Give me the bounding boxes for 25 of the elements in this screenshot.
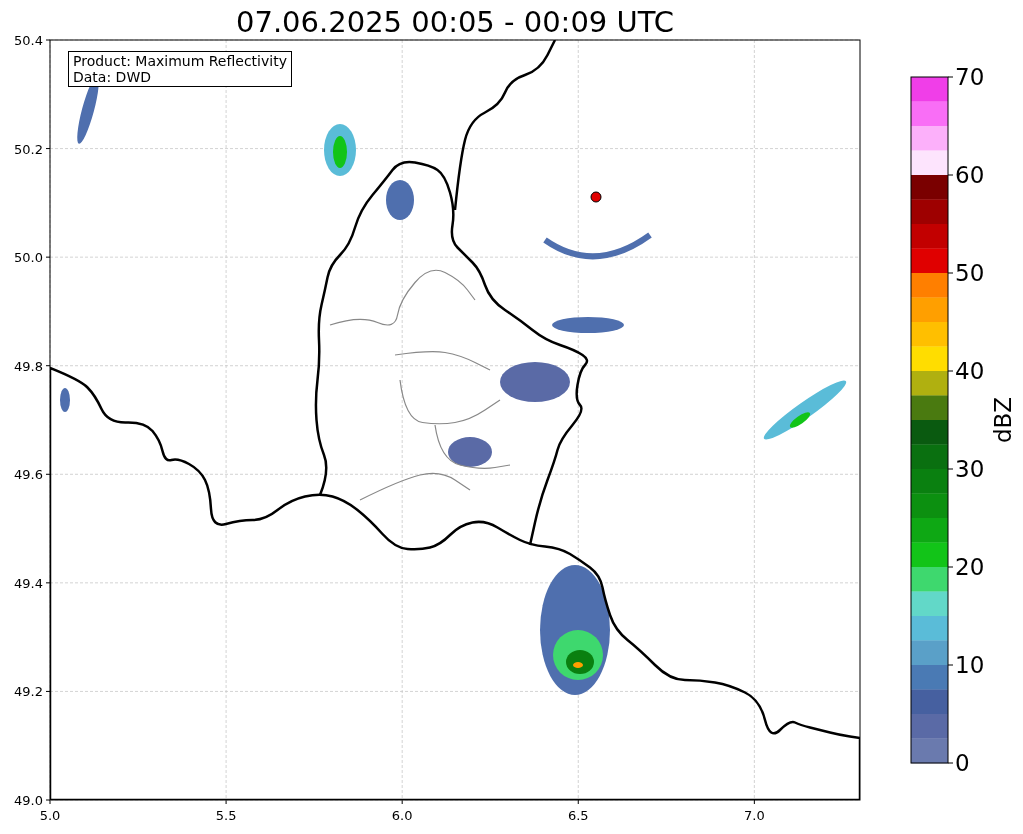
axis-tick-label: 49.8 bbox=[14, 358, 43, 374]
colorbar-tick-label: 60 bbox=[955, 162, 985, 188]
axis-tick-label: 5.0 bbox=[39, 808, 61, 823]
axis-tick-label: 50.4 bbox=[14, 33, 43, 48]
axis-tick-label: 5.5 bbox=[215, 808, 237, 823]
axis-tick-label: 6.5 bbox=[567, 808, 589, 823]
axis-tick-label: 6.0 bbox=[391, 808, 413, 823]
chart-title: 07.06.2025 00:05 - 00:09 UTC bbox=[236, 5, 674, 39]
data-source-label: Data: DWD bbox=[73, 69, 151, 85]
axis-tick-label: 50.2 bbox=[14, 141, 43, 157]
colorbar-tick-label: 50 bbox=[955, 260, 985, 286]
axis-tick-label: 49.6 bbox=[14, 467, 43, 483]
colorbar-tick-label: 40 bbox=[955, 358, 985, 384]
colorbar-tick-label: 20 bbox=[955, 554, 985, 580]
axis-tick-label: 50.0 bbox=[14, 250, 43, 266]
axis-tick-label: 49.4 bbox=[14, 575, 43, 591]
product-label: Product: Maximum Reflectivity bbox=[73, 53, 287, 69]
colorbar-tick-label: 0 bbox=[955, 750, 970, 776]
axis-tick-label: 7.0 bbox=[744, 808, 765, 823]
colorbar-tick-label: 30 bbox=[955, 456, 985, 482]
axis-tick-label: 49.2 bbox=[14, 684, 43, 700]
colorbar-tick-label: 70 bbox=[955, 64, 985, 90]
colorbar-label: dBZ bbox=[990, 396, 1016, 444]
axis-tick-label: 49.0 bbox=[14, 793, 43, 808]
colorbar-tick-label: 10 bbox=[955, 652, 985, 678]
